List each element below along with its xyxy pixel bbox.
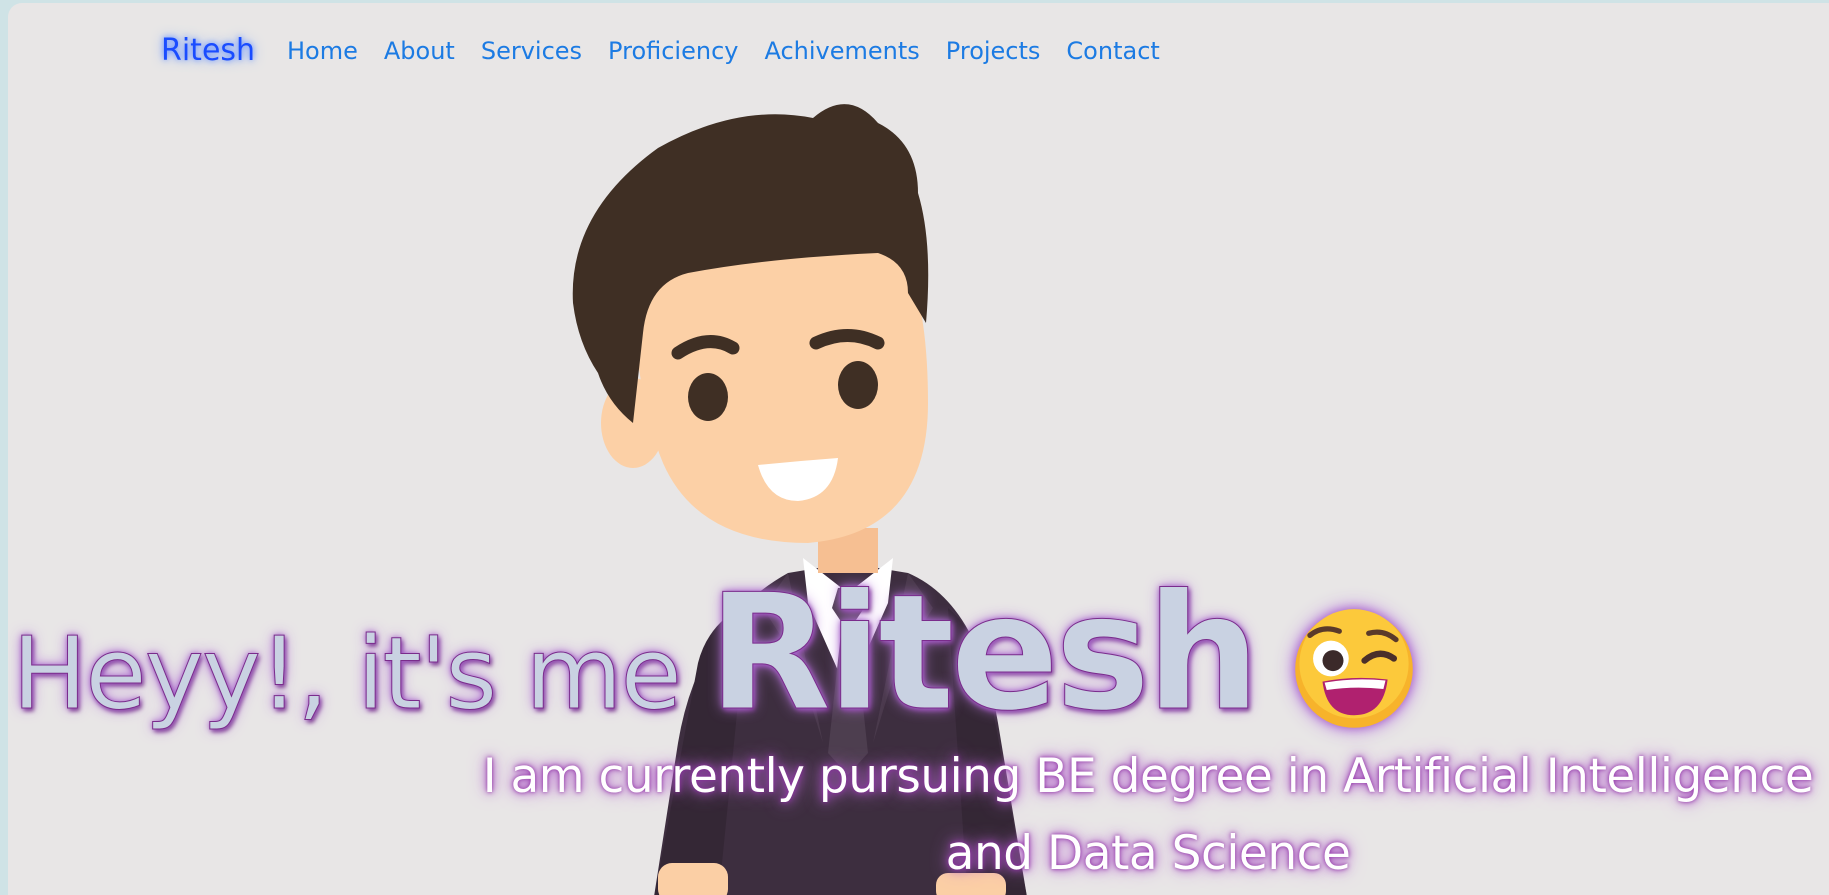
hero-subtitle: I am currently pursuing BE degree in Art… [482,749,1814,881]
nav-services-link[interactable]: Services [481,33,582,69]
nav-home-link[interactable]: Home [287,33,358,69]
hero-heading: Heyy!, it's me Ritesh [11,559,1261,746]
winking-face-icon [1295,609,1413,728]
nav-achivements-link[interactable]: Achivements [764,33,919,69]
brand-logo-link[interactable]: Ritesh [161,31,255,71]
hero-name: Ritesh [708,559,1261,746]
main-nav: Home About Services Proficiency Achiveme… [287,33,1186,69]
page: Ritesh Home About Services Proficiency A… [8,3,1829,895]
hero-greeting: Heyy!, it's me [11,615,682,733]
nav-proficiency-link[interactable]: Proficiency [608,33,738,69]
nav-projects-link[interactable]: Projects [946,33,1041,69]
nav-about-link[interactable]: About [384,33,455,69]
nav-contact-link[interactable]: Contact [1066,33,1159,69]
